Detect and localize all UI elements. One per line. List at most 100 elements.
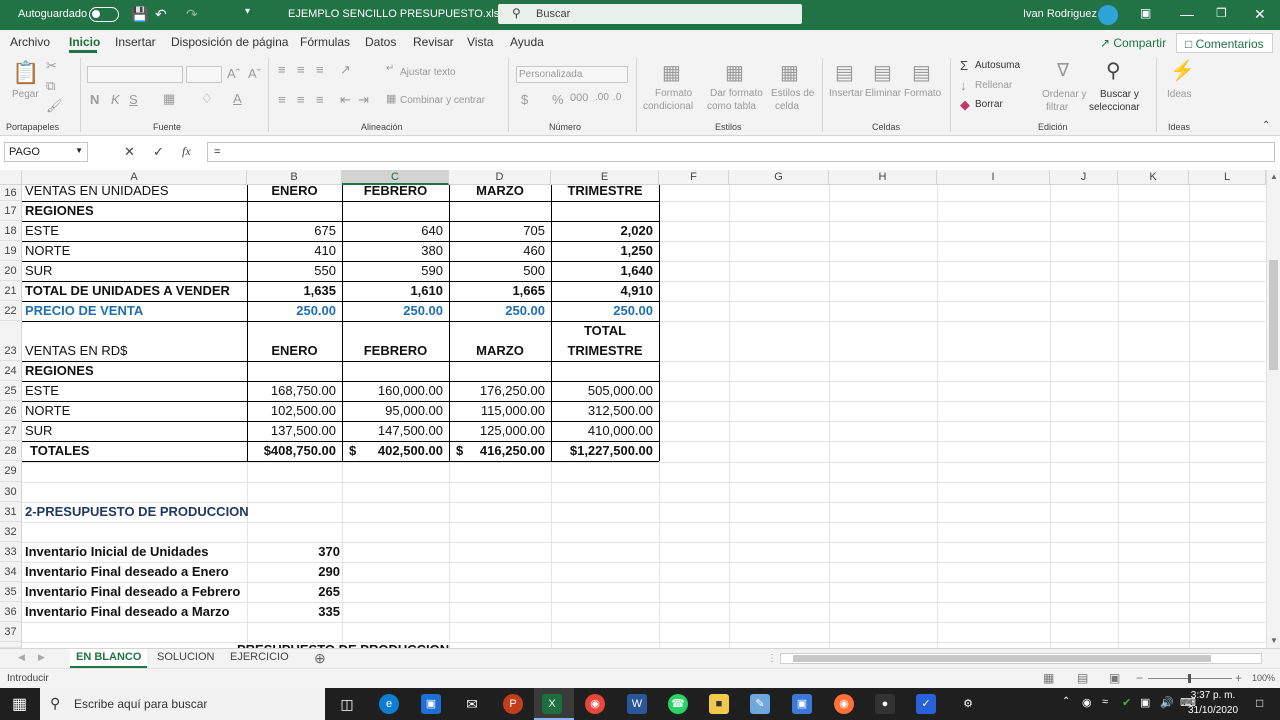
column-header-k[interactable]: K: [1118, 170, 1189, 185]
cancel-icon[interactable]: ✕: [124, 144, 135, 160]
column-header-f[interactable]: F: [659, 170, 729, 185]
cell-e20[interactable]: 1,640: [551, 263, 659, 281]
increase-decimal-icon[interactable]: .00: [595, 92, 609, 103]
row-header[interactable]: 35: [0, 582, 22, 602]
row-header[interactable]: 29: [0, 461, 22, 482]
enter-icon[interactable]: ✓: [153, 144, 164, 160]
shrink-font-icon[interactable]: Aˇ: [248, 66, 261, 81]
row-header[interactable]: 37: [0, 622, 22, 642]
zoom-in-icon[interactable]: +: [1235, 671, 1242, 685]
sheet-tab-ejercicio[interactable]: EJERCICIO: [224, 649, 295, 668]
merge-center-label[interactable]: Combinar y centrar: [400, 95, 485, 106]
share-button[interactable]: ↗ Compartir: [1092, 33, 1174, 53]
cell-c22[interactable]: 250.00: [342, 303, 449, 321]
row-header[interactable]: 31: [0, 502, 22, 522]
redo-icon[interactable]: ↷: [186, 6, 198, 23]
ribbon-display-icon[interactable]: ▣: [1140, 6, 1151, 20]
copy-icon[interactable]: ⧉: [46, 78, 55, 94]
save-icon[interactable]: 💾: [131, 6, 148, 23]
fill-color-icon[interactable]: ♢: [201, 91, 213, 107]
column-header-l[interactable]: L: [1189, 170, 1266, 185]
cell-b34[interactable]: 290: [247, 564, 342, 582]
avatar[interactable]: [1098, 5, 1118, 25]
cell-c28[interactable]: 402,500.00: [342, 443, 449, 461]
volume-icon[interactable]: 🔊: [1160, 696, 1174, 709]
cell-a17[interactable]: REGIONES: [25, 203, 245, 221]
cell-e16[interactable]: TRIMESTRE: [551, 183, 659, 201]
select-all-corner[interactable]: [0, 170, 22, 185]
page-layout-icon[interactable]: ▤: [1077, 671, 1088, 685]
sheet-tab-solucion[interactable]: SOLUCION: [151, 649, 220, 668]
row-header[interactable]: 22: [0, 301, 22, 321]
powerpoint-icon[interactable]: P: [503, 694, 523, 714]
cell-c16[interactable]: FEBRERO: [342, 183, 449, 201]
cell-styles-icon[interactable]: ▦: [780, 60, 799, 85]
minimize-icon[interactable]: —: [1180, 6, 1194, 22]
row-header[interactable]: 27: [0, 421, 22, 441]
row-header[interactable]: 20: [0, 261, 22, 281]
cell-a27[interactable]: SUR: [25, 423, 245, 441]
column-header-g[interactable]: G: [729, 170, 829, 185]
cell-b36[interactable]: 335: [247, 604, 342, 622]
cell-c25[interactable]: 160,000.00: [342, 383, 449, 401]
cell-d25[interactable]: 176,250.00: [449, 383, 551, 401]
tab-vista[interactable]: Vista: [467, 35, 493, 49]
notifications-icon[interactable]: □: [1256, 696, 1263, 710]
paste-icon[interactable]: 📋: [12, 60, 39, 86]
cell-styles-label-2[interactable]: celda: [775, 101, 799, 112]
ideas-icon[interactable]: ⚡: [1170, 58, 1195, 83]
clear-icon[interactable]: ◆: [960, 97, 970, 113]
cell-e23-line1[interactable]: TOTAL: [551, 323, 659, 341]
format-table-icon[interactable]: ▦: [725, 60, 744, 85]
cell-a16[interactable]: VENTAS EN UNIDADES: [25, 183, 245, 201]
cut-icon[interactable]: ✂: [46, 58, 57, 74]
cell-b26[interactable]: 102,500.00: [247, 403, 342, 421]
file-explorer-icon[interactable]: ■: [709, 694, 729, 714]
cell-b21[interactable]: 1,635: [247, 283, 342, 301]
format-table-label-1[interactable]: Dar formato: [710, 88, 763, 99]
page-break-icon[interactable]: ▣: [1109, 671, 1120, 685]
cell-b28[interactable]: $408,750.00: [247, 443, 342, 461]
scroll-tabs-right-icon[interactable]: ▶: [38, 652, 45, 663]
column-header-i[interactable]: I: [937, 170, 1050, 185]
cell-a22[interactable]: PRECIO DE VENTA: [25, 303, 245, 321]
cell-c20[interactable]: 590: [342, 263, 449, 281]
sheet-tab-en-blanco[interactable]: EN BLANCO: [70, 649, 148, 668]
row-header[interactable]: 24: [0, 361, 22, 381]
cell-a28[interactable]: TOTALES: [30, 443, 245, 461]
cell-a36[interactable]: Inventario Final deseado a Marzo: [25, 604, 247, 622]
cell-c18[interactable]: 640: [342, 223, 449, 241]
zoom-out-icon[interactable]: −: [1136, 671, 1143, 685]
tab-insertar[interactable]: Insertar: [115, 35, 156, 49]
format-cells-icon[interactable]: ▤: [912, 60, 931, 85]
cell-a20[interactable]: SUR: [25, 263, 245, 281]
currency-icon[interactable]: $: [521, 92, 528, 107]
ideas-label[interactable]: Ideas: [1167, 89, 1191, 100]
autosum-icon[interactable]: Σ: [960, 58, 968, 73]
cell-d23[interactable]: MARZO: [449, 343, 551, 361]
conditional-format-icon[interactable]: ▦: [662, 60, 681, 85]
cell-c23[interactable]: FEBRERO: [342, 343, 449, 361]
whatsapp-icon[interactable]: ☎: [668, 694, 688, 714]
formula-input[interactable]: =: [207, 142, 1275, 162]
wrap-text-icon[interactable]: ↵: [386, 63, 394, 74]
undo-icon[interactable]: ↶: [155, 6, 167, 23]
customize-toolbar-icon[interactable]: ▾: [245, 6, 250, 17]
cond-format-label-1[interactable]: Formato: [655, 88, 692, 99]
row-header[interactable]: 16: [0, 185, 22, 201]
cell-d21[interactable]: 1,665: [449, 283, 551, 301]
cell-b18[interactable]: 675: [247, 223, 342, 241]
cell-b23[interactable]: ENERO: [247, 343, 342, 361]
app-icon[interactable]: ⚙: [958, 694, 978, 714]
cell-d26[interactable]: 115,000.00: [449, 403, 551, 421]
show-hidden-icons[interactable]: ⌃: [1062, 696, 1070, 707]
clock-time[interactable]: 3:37 p. m.: [1188, 690, 1238, 701]
row-header[interactable]: 23: [0, 321, 22, 361]
insert-cells-icon[interactable]: ▤: [835, 60, 854, 85]
delete-cells-icon[interactable]: ▤: [873, 60, 892, 85]
cell-b19[interactable]: 410: [247, 243, 342, 261]
edge-icon[interactable]: e: [379, 694, 399, 714]
app-tray-icon[interactable]: ◉: [1082, 696, 1092, 709]
decrease-indent-icon[interactable]: ⇤: [340, 92, 351, 108]
cell-b20[interactable]: 550: [247, 263, 342, 281]
